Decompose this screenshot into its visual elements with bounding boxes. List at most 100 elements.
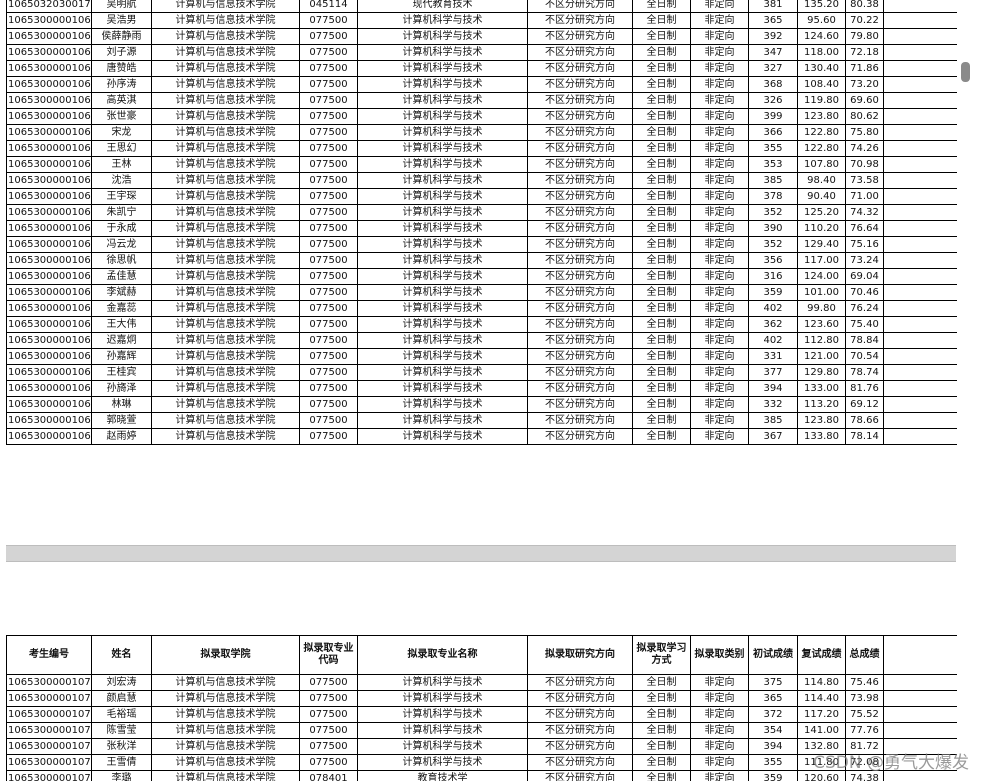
table-cell: 81.76 — [845, 380, 884, 397]
table-cell: 全日制 — [632, 92, 691, 109]
table-row: 106530000010704颜启慧计算机与信息技术学院077500计算机科学与… — [6, 690, 957, 707]
table-cell: 130.40 — [797, 60, 846, 77]
table-cell: 375 — [748, 674, 798, 691]
table-cell-empty — [883, 172, 957, 189]
table-cell: 077500 — [299, 674, 358, 691]
column-header: 拟录取专业 代码 — [299, 635, 358, 675]
table-row: 106530000010663张世豪计算机与信息技术学院077500计算机科学与… — [6, 108, 957, 125]
table-cell: 非定向 — [690, 108, 749, 125]
table-cell: 077500 — [299, 412, 358, 429]
table-cell: 不区分研究方向 — [527, 706, 633, 723]
table-cell: 非定向 — [690, 140, 749, 157]
table-cell: 教育技术学 — [357, 770, 528, 781]
table-cell-empty — [883, 412, 957, 429]
table-cell: 计算机与信息技术学院 — [151, 140, 300, 157]
table-cell: 69.12 — [845, 396, 884, 413]
table-cell-empty — [883, 300, 957, 317]
table-cell: 不区分研究方向 — [527, 172, 633, 189]
table-cell-empty — [883, 706, 957, 723]
table-cell: 077500 — [299, 44, 358, 61]
table-cell-empty — [883, 0, 957, 13]
table-cell: 计算机与信息技术学院 — [151, 220, 300, 237]
table-cell: 不区分研究方向 — [527, 28, 633, 45]
table-cell: 全日制 — [632, 268, 691, 285]
table-cell: 非定向 — [690, 332, 749, 349]
table-cell: 077500 — [299, 60, 358, 77]
table-cell: 计算机科学与技术 — [357, 706, 528, 723]
table-cell: 133.80 — [797, 428, 846, 445]
table-cell: 计算机科学与技术 — [357, 12, 528, 29]
table-cell: 353 — [748, 156, 798, 173]
table-cell: 徐思帆 — [91, 252, 152, 269]
table-cell: 106530000010712 — [6, 738, 92, 755]
table-cell: 全日制 — [632, 284, 691, 301]
table-cell: 计算机科学与技术 — [357, 300, 528, 317]
table-row: 106530000010639唐赞皓计算机与信息技术学院077500计算机科学与… — [6, 60, 957, 77]
table-cell: 金嘉蕊 — [91, 300, 152, 317]
column-header-text: 拟录取专业 — [303, 643, 354, 654]
table-cell: 非定向 — [690, 674, 749, 691]
table-cell: 孙序涛 — [91, 76, 152, 93]
table-row: 106530000010679孟佳慧计算机与信息技术学院077500计算机科学与… — [6, 268, 957, 285]
table-cell: 399 — [748, 108, 798, 125]
table-cell: 106530000010697 — [6, 412, 92, 429]
table-cell: 计算机与信息技术学院 — [151, 156, 300, 173]
table-cell: 全日制 — [632, 124, 691, 141]
table-cell: 106530000010704 — [6, 690, 92, 707]
table-cell: 不区分研究方向 — [527, 92, 633, 109]
table-cell: 106530000010675 — [6, 220, 92, 237]
table-row: 106530000010666王思幻计算机与信息技术学院077500计算机科学与… — [6, 140, 957, 157]
vertical-scrollbar[interactable] — [957, 0, 985, 781]
table-row: 106530000010684迟嘉炯计算机与信息技术学院077500计算机科学与… — [6, 332, 957, 349]
table-cell: 全日制 — [632, 28, 691, 45]
table-cell: 王雪倩 — [91, 754, 152, 771]
table-cell: 全日制 — [632, 738, 691, 755]
table-cell: 不区分研究方向 — [527, 332, 633, 349]
document-viewer[interactable]: 106503203001780吴明航计算机与信息技术学院045114现代教育技术… — [0, 0, 957, 781]
table-cell: 计算机科学与技术 — [357, 428, 528, 445]
table-cell: 计算机科学与技术 — [357, 188, 528, 205]
table-cell: 非定向 — [690, 92, 749, 109]
table-cell: 计算机科学与技术 — [357, 140, 528, 157]
column-header-text: 复试成绩 — [801, 649, 842, 660]
table-cell-empty — [883, 204, 957, 221]
table-cell: 70.46 — [845, 284, 884, 301]
table-cell: 非定向 — [690, 188, 749, 205]
table-cell: 计算机科学与技术 — [357, 396, 528, 413]
table-cell: 75.16 — [845, 236, 884, 253]
table-cell: 106530000010699 — [6, 428, 92, 445]
table-cell: 117.00 — [797, 252, 846, 269]
column-header-text: 拟录取学习 — [636, 643, 687, 654]
table-cell: 78.74 — [845, 364, 884, 381]
table-cell: 非定向 — [690, 300, 749, 317]
table-cell: 计算机科学与技术 — [357, 364, 528, 381]
table-cell: 106530000010684 — [6, 332, 92, 349]
table-cell: 非定向 — [690, 706, 749, 723]
table-cell: 106530000010651 — [6, 76, 92, 93]
table-cell: 077500 — [299, 28, 358, 45]
table-cell: 106530000010631 — [6, 28, 92, 45]
table-cell: 390 — [748, 220, 798, 237]
table-cell: 327 — [748, 60, 798, 77]
scrollbar-thumb[interactable] — [961, 62, 970, 82]
table-cell: 077500 — [299, 722, 358, 739]
table-cell: 计算机与信息技术学院 — [151, 188, 300, 205]
table-cell: 全日制 — [632, 0, 691, 13]
table-cell: 全日制 — [632, 140, 691, 157]
table-cell: 不区分研究方向 — [527, 770, 633, 781]
table-cell: 106530000010670 — [6, 172, 92, 189]
table-row: 106530000010699赵雨婷计算机与信息技术学院077500计算机科学与… — [6, 428, 957, 445]
table-cell: 106530000010673 — [6, 188, 92, 205]
table-cell: 吴明航 — [91, 0, 152, 13]
table-row: 106530000010651孙序涛计算机与信息技术学院077500计算机科学与… — [6, 76, 957, 93]
table-row: 106530000010682金嘉蕊计算机与信息技术学院077500计算机科学与… — [6, 300, 957, 317]
table-cell: 394 — [748, 380, 798, 397]
table-cell: 316 — [748, 268, 798, 285]
table-cell: 366 — [748, 124, 798, 141]
table-cell: 077500 — [299, 76, 358, 93]
table-cell: 70.98 — [845, 156, 884, 173]
table-cell: 106530000010669 — [6, 156, 92, 173]
table-cell: 077500 — [299, 188, 358, 205]
table-cell: 唐赞皓 — [91, 60, 152, 77]
table-cell: 75.46 — [845, 674, 884, 691]
